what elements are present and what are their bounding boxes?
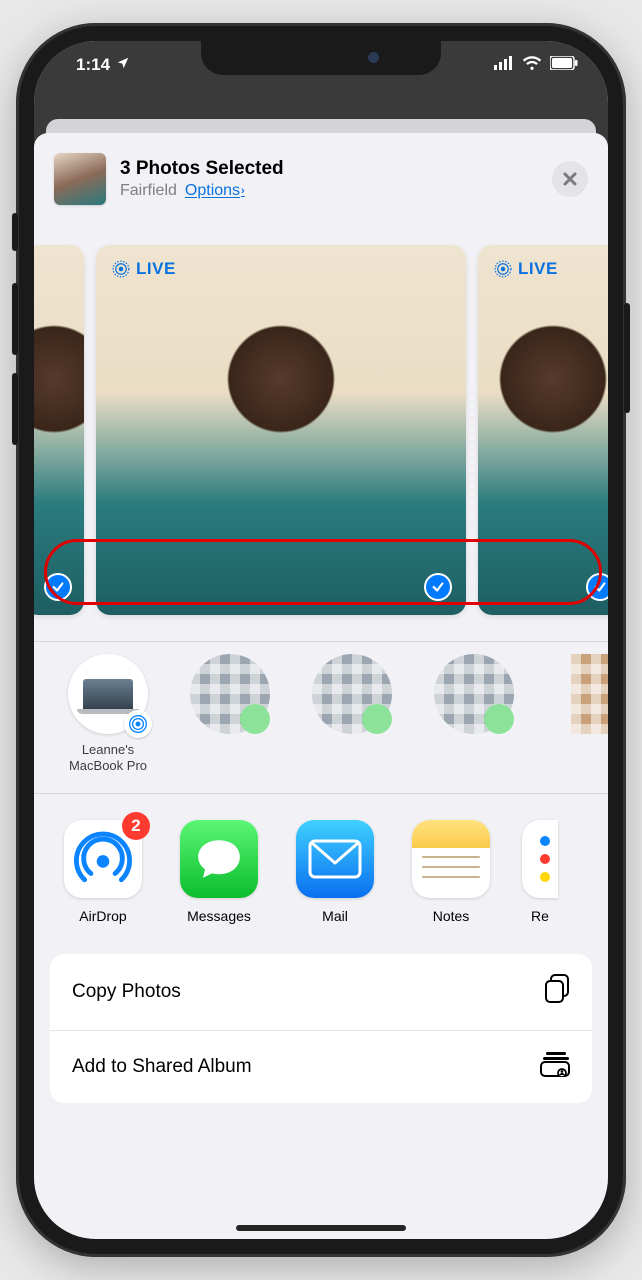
battery-icon [550,55,578,75]
airdrop-device-label: Leanne's MacBook Pro [54,742,162,775]
contact[interactable] [420,654,528,775]
avatar-icon [571,654,608,734]
selection-location: Fairfield [120,182,177,200]
live-badge: LIVE [494,259,558,279]
notch [201,41,441,75]
share-sheet: 3 Photos Selected Fairfield Options› [34,133,608,1239]
notes-icon [412,820,490,898]
app-icon [522,820,558,898]
location-arrow-icon [116,56,130,74]
checkmark-icon [44,573,72,601]
copy-icon [544,974,570,1010]
airdrop-icon [124,710,152,738]
close-button[interactable] [552,161,588,197]
app-messages[interactable]: Messages [174,820,264,924]
status-time: 1:14 [76,55,110,75]
phone-frame: 1:14 3 Phot [16,23,626,1257]
options-link[interactable]: Options› [185,182,245,200]
shared-album-icon [540,1051,570,1083]
contact[interactable] [176,654,284,775]
checkmark-icon [424,573,452,601]
actions-list: Copy Photos Add to Shared Album [50,954,592,1103]
airdrop-icon: 2 [64,820,142,898]
action-add-to-shared-album[interactable]: Add to Shared Album [50,1030,592,1103]
app-airdrop[interactable]: 2 AirDrop [58,820,148,924]
share-sheet-header: 3 Photos Selected Fairfield Options› [34,133,608,221]
airdrop-device[interactable]: Leanne's MacBook Pro [54,654,162,775]
photo-preview[interactable]: LIVE [478,245,608,615]
contact[interactable] [298,654,406,775]
live-icon [112,260,130,278]
checkmark-icon [586,573,608,601]
photos-preview-row[interactable]: LIVE LIVE [34,221,608,641]
mail-icon [296,820,374,898]
action-copy-photos[interactable]: Copy Photos [50,954,592,1030]
selection-title: 3 Photos Selected [120,158,538,180]
home-indicator[interactable] [236,1225,406,1231]
airdrop-contacts-row[interactable]: Leanne's MacBook Pro [34,642,608,793]
messages-icon [180,820,258,898]
notification-badge: 2 [122,812,150,840]
app-mail[interactable]: Mail [290,820,380,924]
avatar-icon [434,654,514,734]
laptop-icon [83,679,133,709]
photo-preview[interactable]: LIVE [96,245,466,615]
share-apps-row[interactable]: 2 AirDrop Messages Mail [34,793,608,944]
selection-thumbnail [54,153,106,205]
live-badge: LIVE [112,259,176,279]
screen: 1:14 3 Phot [34,41,608,1239]
chevron-right-icon: › [241,185,245,197]
wifi-icon [522,55,542,75]
avatar-icon [312,654,392,734]
app-notes[interactable]: Notes [406,820,496,924]
app-partial[interactable]: Re [522,820,558,924]
avatar-icon [190,654,270,734]
photo-preview[interactable] [34,245,84,615]
live-icon [494,260,512,278]
contact[interactable] [542,654,608,775]
cellular-icon [494,55,514,75]
